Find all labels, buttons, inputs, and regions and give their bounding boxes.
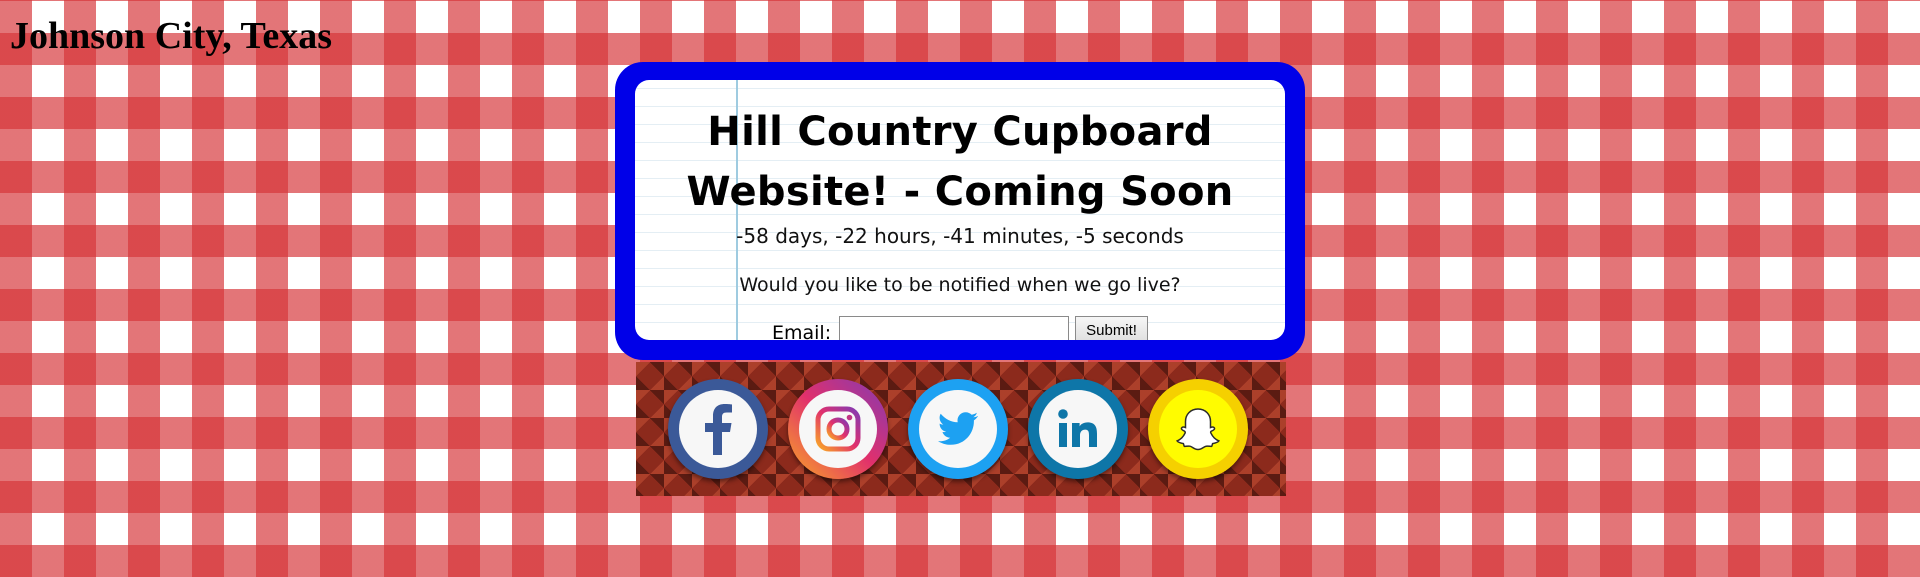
- snapchat-icon: [1175, 408, 1221, 451]
- coming-soon-frame: Hill Country Cupboard Website! - Coming …: [615, 62, 1305, 360]
- instagram-icon: [815, 406, 861, 452]
- social-bar: [636, 362, 1286, 496]
- facebook-icon: [705, 404, 732, 455]
- countdown-text: -58 days, -22 hours, -41 minutes, -5 sec…: [736, 224, 1184, 248]
- city-title: Johnson City, Texas: [10, 15, 333, 57]
- facebook-link[interactable]: [668, 379, 768, 479]
- coming-soon-card: Hill Country Cupboard Website! - Coming …: [635, 80, 1285, 340]
- twitter-icon: [938, 412, 978, 445]
- instagram-link[interactable]: [788, 379, 888, 479]
- linkedin-link[interactable]: [1028, 379, 1128, 479]
- email-form: Email: Submit!: [635, 316, 1285, 340]
- email-input[interactable]: [839, 316, 1070, 340]
- twitter-link[interactable]: [908, 379, 1008, 479]
- email-label: Email:: [772, 322, 832, 340]
- notify-prompt: Would you like to be notified when we go…: [739, 274, 1181, 296]
- snapchat-link[interactable]: [1148, 379, 1248, 479]
- linkedin-icon: [1058, 409, 1097, 447]
- submit-button[interactable]: Submit!: [1075, 316, 1148, 340]
- headline: Hill Country Cupboard Website! - Coming …: [686, 109, 1234, 215]
